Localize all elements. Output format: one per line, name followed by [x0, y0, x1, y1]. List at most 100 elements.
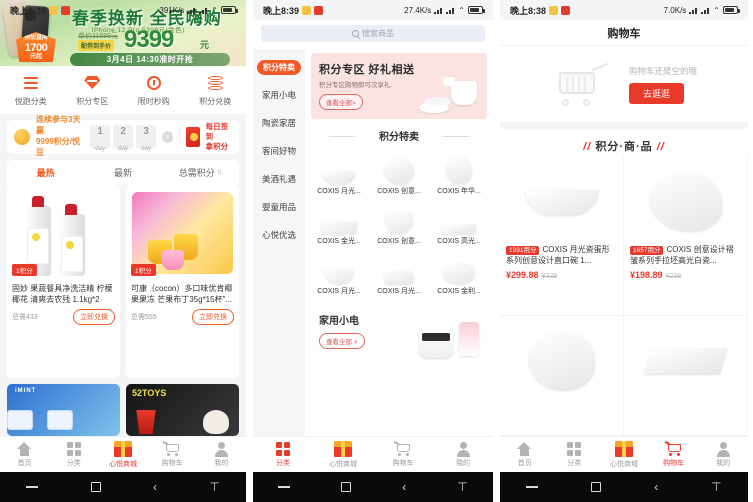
nav-points-mall[interactable]: 心悦商城	[602, 440, 646, 469]
empty-cart-text-block: 购物车还是空的哦 去逛逛	[628, 65, 697, 104]
signin-day[interactable]: 1 day	[90, 125, 111, 152]
go-shopping-button[interactable]: 去逛逛	[628, 82, 684, 104]
signin-text: 连续参与3天赢 9999积分/悦豆	[36, 115, 82, 158]
sidebar-item-home-goods[interactable]: 客间好物	[253, 137, 305, 165]
assistant-icon[interactable]: ⊤	[711, 480, 721, 494]
sidebar-item-baby[interactable]: 婴童用品	[253, 193, 305, 221]
sidebar-item-ceramics[interactable]: 陶瓷家居	[253, 109, 305, 137]
grid-item[interactable]: COXIS 高光...	[431, 198, 487, 246]
daily-signin-line2: 拿积分	[205, 142, 229, 152]
chevron-right-icon[interactable]: ›	[162, 131, 173, 143]
redeem-button[interactable]: 立即兑换	[73, 309, 115, 325]
user-icon	[214, 441, 229, 457]
sidebar-item-selected[interactable]: 心悦优选	[253, 221, 305, 249]
nav-label: 我的	[716, 459, 731, 467]
promo-banner[interactable]: 晚上8:39 391K/s ⌃ 预估直降 1700 元起 春季换新 全民嗨购 i…	[0, 0, 246, 66]
status-time: 晚上8:39	[263, 5, 300, 16]
nav-cart[interactable]: 购物车	[381, 440, 425, 468]
nav-profile[interactable]: 我的	[701, 441, 745, 468]
sidebar-item-label: 家用小电	[261, 90, 296, 100]
product-image	[630, 163, 741, 241]
bottom-nav: 首页 分类 心悦商城 购物车 我的	[0, 436, 246, 472]
category-icon	[567, 441, 582, 456]
bottom-nav: 首页 分类 心悦商城 购物车 我的	[500, 436, 748, 472]
gift-icon	[334, 440, 352, 457]
tab-newest[interactable]: 最新	[84, 166, 161, 179]
grid-item[interactable]: COXIS 金利...	[431, 248, 487, 296]
daily-signin-line1: 每日签到	[205, 121, 229, 141]
nav-cart[interactable]: 购物车	[150, 440, 194, 468]
nav-home[interactable]: 首页	[503, 441, 547, 468]
sidebar-item-wine[interactable]: 美酒礼遇	[253, 165, 305, 193]
grid-item[interactable]: COXIS 金光...	[311, 198, 367, 246]
grid-item[interactable]: COXIS 月光...	[311, 248, 367, 296]
quick-entry-points-zone[interactable]: 积分专区	[64, 74, 120, 107]
assistant-icon[interactable]: ⊤	[209, 480, 219, 494]
tab-points-required[interactable]: 总需积分 ⇅	[162, 166, 239, 179]
grid-item[interactable]: COXIS 年华...	[431, 148, 487, 196]
nav-profile[interactable]: 我的	[441, 441, 485, 468]
back-icon[interactable]: ‹	[654, 480, 658, 494]
home-square-icon[interactable]	[341, 482, 352, 492]
redeem-button[interactable]: 立即兑换	[192, 309, 234, 325]
points-required: 总需433	[12, 314, 38, 321]
quick-entry-flash-sale[interactable]: 限时秒购	[126, 74, 182, 107]
product-name: 可康（cocon）多口味优肯椰果果冻 芒果布丁35g*15杯"...	[131, 284, 233, 304]
tab-hottest[interactable]: 最热	[7, 166, 84, 179]
nav-category[interactable]: 分类	[52, 441, 96, 468]
product-card[interactable]: 1积分 固妙 果蔬餐具净洗洁精 柠檬椰花 清爽去农残 1.1kg*2 总需433…	[7, 184, 120, 378]
quick-entry-redeem[interactable]: 积分兑换	[187, 74, 243, 107]
nav-cart[interactable]: 购物车	[652, 440, 696, 468]
back-icon[interactable]: ‹	[153, 480, 157, 494]
nav-label: 购物车	[161, 459, 183, 467]
nav-points-mall[interactable]: 心悦商城	[321, 440, 365, 469]
quick-entry-categories[interactable]: 悦跑分类	[3, 74, 59, 107]
signin-banner[interactable]: 连续参与3天赢 9999积分/悦豆 1 day 2 day 3 day › 每日…	[7, 115, 239, 157]
points-badge: 1积分	[131, 264, 156, 276]
product-card[interactable]: 1积分 可康（cocon）多口味优肯椰果果冻 芒果布丁35g*15杯"... 总…	[126, 184, 239, 378]
assistant-icon[interactable]: ⊤	[457, 480, 467, 494]
sidebar-item-points-sale[interactable]: 积分特卖	[253, 53, 305, 81]
product-card[interactable]: 1657用分 COXIS 创意设计褶皱系列手拉坯高光白瓷... ¥198.89 ¥2…	[624, 157, 748, 316]
phone-panel-cart: 晚上8:38 7.0K/s ⌃ 购物车 购物车还是空的哦 去逛逛 // 积分·商…	[500, 0, 748, 502]
nav-category[interactable]: 分类	[552, 441, 596, 468]
points-zone-hero[interactable]: 积分专区 好礼相送 积分专区购物即可次享礼. 查看全部>	[311, 53, 487, 119]
appliances-section[interactable]: 家用小电 查看全部 >	[311, 304, 487, 362]
item-image	[371, 248, 427, 284]
banner-price-tag: 配券到手价	[78, 40, 115, 51]
wifi-icon: ⌃	[211, 5, 218, 15]
home-square-icon[interactable]	[90, 482, 101, 492]
product-card[interactable]	[624, 316, 748, 436]
nav-category[interactable]: 分类	[261, 441, 305, 468]
sidebar-item-appliances[interactable]: 家用小电	[253, 81, 305, 109]
sidebar-item-label: 婴童用品	[261, 202, 296, 212]
grid-item[interactable]: COXIS 创意...	[371, 148, 427, 196]
search-input[interactable]: 搜索商品	[261, 25, 485, 42]
ad-card-imint[interactable]: iMINT	[7, 384, 120, 436]
recents-icon[interactable]	[526, 486, 539, 488]
cart-icon	[163, 440, 180, 456]
phone-panel-points-mall: 晚上8:39 391K/s ⌃ 预估直降 1700 元起 春季换新 全民嗨购 i…	[0, 0, 246, 502]
grid-item[interactable]: COXIS 月光...	[311, 148, 367, 196]
signin-day[interactable]: 2 day	[113, 125, 134, 152]
recents-icon[interactable]	[26, 486, 39, 488]
signin-day[interactable]: 3 day	[136, 125, 157, 152]
nav-label: 心悦商城	[609, 460, 638, 468]
recents-icon[interactable]	[278, 486, 291, 488]
system-navigation-bar: ‹ ⊤	[0, 472, 246, 502]
item-image	[431, 198, 487, 234]
quick-entry-label: 限时秒购	[137, 96, 170, 106]
home-square-icon[interactable]	[591, 482, 602, 492]
back-icon[interactable]: ‹	[402, 480, 406, 494]
nav-points-mall[interactable]: 心悦商城	[101, 440, 145, 469]
nav-profile[interactable]: 我的	[199, 441, 243, 468]
ad-card-52toys[interactable]: 52TOYS	[126, 384, 239, 436]
list-icon	[23, 74, 38, 92]
product-card[interactable]: 1991用分 COXIS 月光瓷蛋形系列创意设计直口碗 1... ¥299.88 ¥…	[500, 157, 624, 316]
hero-view-all-button[interactable]: 查看全部>	[319, 94, 363, 110]
appliances-view-all-button[interactable]: 查看全部 >	[319, 333, 365, 349]
grid-item[interactable]: COXIS 月光...	[371, 248, 427, 296]
nav-home[interactable]: 首页	[3, 441, 47, 468]
grid-item[interactable]: COXIS 创意...	[371, 198, 427, 246]
product-card[interactable]	[500, 316, 624, 436]
